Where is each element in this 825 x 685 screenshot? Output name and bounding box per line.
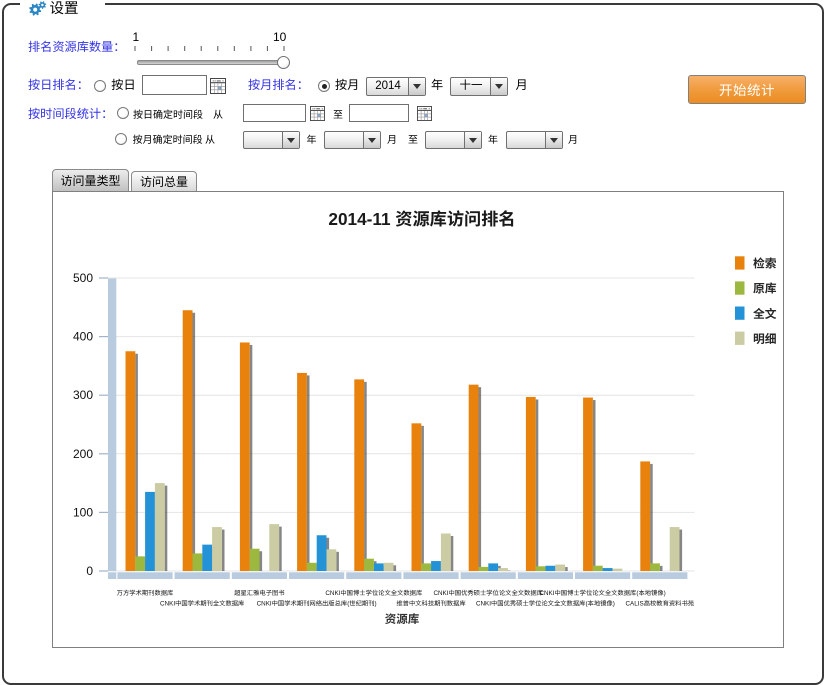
svg-text:明细: 明细: [753, 330, 777, 347]
svg-text:CNKI中国学术期刊全文数据库: CNKI中国学术期刊全文数据库: [160, 600, 244, 608]
svg-text:超星汇雅电子图书: 超星汇雅电子图书: [234, 589, 284, 597]
svg-text:400: 400: [73, 330, 93, 344]
svg-text:CNKI中国博士学位论文全文数据库(本地镜像): CNKI中国博士学位论文全文数据库(本地镜像): [539, 589, 665, 597]
svg-text:维普中文科技期刊数据库: 维普中文科技期刊数据库: [396, 600, 465, 608]
svg-text:CNKI中国博士学位论文全文数据库: CNKI中国博士学位论文全文数据库: [325, 589, 422, 597]
svg-text:CNKI中国优秀硕士学位论文全文数据库(本地镜像): CNKI中国优秀硕士学位论文全文数据库(本地镜像): [476, 600, 615, 608]
svg-text:万方学术期刊数据库: 万方学术期刊数据库: [117, 589, 174, 597]
svg-text:全文: 全文: [753, 305, 777, 322]
svg-text:CALIS高校教育资料书苑: CALIS高校教育资料书苑: [626, 600, 695, 608]
svg-text:资源库: 资源库: [385, 611, 420, 627]
svg-text:检索: 检索: [753, 255, 777, 272]
svg-text:300: 300: [73, 388, 93, 402]
svg-text:200: 200: [73, 447, 93, 461]
svg-text:CNKI中国优秀硕士学位论文全文数据库: CNKI中国优秀硕士学位论文全文数据库: [433, 589, 543, 597]
svg-text:2014-11 资源库访问排名: 2014-11 资源库访问排名: [328, 209, 515, 229]
svg-text:CNKI中国学术期刊网络出版总库(世纪期刊): CNKI中国学术期刊网络出版总库(世纪期刊): [257, 600, 377, 608]
svg-text:500: 500: [73, 271, 93, 285]
svg-text:100: 100: [73, 505, 93, 519]
svg-text:0: 0: [86, 564, 93, 578]
svg-text:原库: 原库: [753, 280, 777, 297]
